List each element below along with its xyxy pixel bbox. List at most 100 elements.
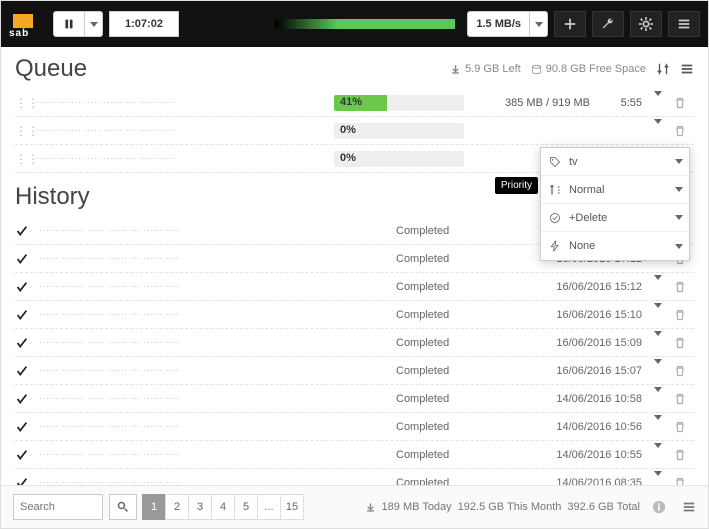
category-select[interactable]: tv <box>569 156 669 168</box>
pp-select[interactable]: +Delete <box>569 212 669 224</box>
history-row: ······ ······· ····· ······ ··· ······ ·… <box>15 357 694 385</box>
delete-button[interactable] <box>674 477 694 486</box>
menu-button[interactable] <box>668 11 700 37</box>
page-button[interactable]: ... <box>257 494 281 520</box>
expand-button[interactable] <box>648 280 668 294</box>
popup-script-row[interactable]: None <box>541 232 689 260</box>
speed-graph <box>275 19 455 29</box>
progress-bar: 41% <box>334 95 464 111</box>
delete-button[interactable] <box>674 97 694 109</box>
priority-icon <box>547 184 563 196</box>
pause-dropdown[interactable] <box>85 11 103 37</box>
queue-item-name: ······ ······· ····· ······ ··· ······ ·… <box>35 153 328 164</box>
queue-item-name: ······ ······· ····· ······ ··· ······ ·… <box>35 97 328 108</box>
delete-button[interactable] <box>674 365 694 377</box>
expand-button[interactable] <box>648 308 668 322</box>
history-row: ······ ······· ····· ······ ··· ······ ·… <box>15 469 694 485</box>
history-row: ······ ······· ····· ······ ··· ······ ·… <box>15 301 694 329</box>
popup-pp-row[interactable]: +Delete <box>541 204 689 232</box>
page-button[interactable]: 5 <box>234 494 258 520</box>
delete-button[interactable] <box>674 393 694 405</box>
content: Queue 5.9 GB Left 90.8 GB Free Space ⋮⋮ … <box>1 47 708 485</box>
grip-icon[interactable]: ⋮⋮ <box>15 124 29 138</box>
delete-button[interactable] <box>674 281 694 293</box>
gear-icon <box>639 17 653 31</box>
expand-button[interactable] <box>648 448 668 462</box>
grip-icon[interactable]: ⋮⋮ <box>15 152 29 166</box>
history-status: Completed <box>396 309 516 321</box>
priority-tooltip: Priority <box>495 177 538 194</box>
history-row: ······ ······· ····· ······ ··· ······ ·… <box>15 413 694 441</box>
progress-label: 41% <box>340 96 362 108</box>
search-input[interactable] <box>13 494 103 520</box>
speed-dropdown[interactable] <box>530 11 548 37</box>
grip-icon[interactable]: ⋮⋮ <box>15 96 29 110</box>
queue-menu-button[interactable] <box>680 62 694 76</box>
check-circle-icon <box>547 212 563 224</box>
progress-bar: 0% <box>334 151 464 167</box>
page-button[interactable]: 3 <box>188 494 212 520</box>
download-icon <box>450 64 461 75</box>
search-button[interactable] <box>109 494 137 520</box>
add-button[interactable] <box>554 11 586 37</box>
stats-total: 392.6 GB Total <box>567 501 640 513</box>
expand-button[interactable] <box>648 420 668 434</box>
trash-icon <box>674 125 686 137</box>
trash-icon <box>674 97 686 109</box>
expand-button[interactable] <box>648 96 668 110</box>
page-button[interactable]: 15 <box>280 494 304 520</box>
footer-menu-button[interactable] <box>682 500 696 514</box>
history-row: ······ ······· ····· ······ ··· ······ ·… <box>15 329 694 357</box>
check-icon <box>15 364 33 378</box>
wrench-icon <box>601 17 615 31</box>
config-button[interactable] <box>630 11 662 37</box>
expand-button[interactable] <box>648 336 668 350</box>
popup-priority-row[interactable]: Normal <box>541 176 689 204</box>
history-date: 16/06/2016 15:07 <box>522 365 642 377</box>
queue-space-left: 5.9 GB Left <box>450 63 521 75</box>
history-status: Completed <box>396 449 516 461</box>
queue-eta: 5:55 <box>596 97 642 109</box>
history-status: Completed <box>396 393 516 405</box>
expand-button[interactable] <box>648 124 668 138</box>
expand-button[interactable] <box>648 392 668 406</box>
caret-down-icon <box>535 22 543 27</box>
history-row: ······ ······· ····· ······ ··· ······ ·… <box>15 273 694 301</box>
history-date: 16/06/2016 15:12 <box>522 281 642 293</box>
expand-button[interactable] <box>648 476 668 486</box>
sort-icon <box>656 62 670 76</box>
pause-button[interactable] <box>53 11 85 37</box>
delete-button[interactable] <box>674 421 694 433</box>
delete-button[interactable] <box>674 309 694 321</box>
info-button[interactable] <box>652 500 666 514</box>
history-item-name: ······ ······· ····· ······ ··· ······ ·… <box>39 225 390 236</box>
history-item-name: ······ ······· ····· ······ ··· ······ ·… <box>39 477 390 485</box>
logo-icon <box>13 14 33 28</box>
trash-icon <box>674 421 686 433</box>
popup-category-row[interactable]: tv <box>541 148 689 176</box>
sort-button[interactable] <box>656 62 670 76</box>
caret-down-icon <box>675 187 683 192</box>
logo-text: sab <box>9 28 47 39</box>
queue-item-name: ······ ······· ····· ······ ··· ······ ·… <box>35 125 328 136</box>
settings-button[interactable] <box>592 11 624 37</box>
history-item-name: ······ ······· ····· ······ ··· ······ ·… <box>39 337 390 348</box>
page-button[interactable]: 4 <box>211 494 235 520</box>
page-button[interactable]: 2 <box>165 494 189 520</box>
history-item-name: ······ ······· ····· ······ ··· ······ ·… <box>39 393 390 404</box>
expand-button[interactable] <box>648 364 668 378</box>
bolt-icon <box>547 240 563 252</box>
priority-select[interactable]: Normal <box>569 184 669 196</box>
delete-button[interactable] <box>674 337 694 349</box>
delete-button[interactable] <box>674 449 694 461</box>
check-icon <box>15 392 33 406</box>
history-item-name: ······ ······· ····· ······ ··· ······ ·… <box>39 449 390 460</box>
trash-icon <box>674 309 686 321</box>
script-select[interactable]: None <box>569 240 669 252</box>
progress-label: 0% <box>340 124 356 136</box>
trash-icon <box>674 477 686 486</box>
history-status: Completed <box>396 421 516 433</box>
delete-button[interactable] <box>674 125 694 137</box>
history-status: Completed <box>396 225 516 237</box>
page-button[interactable]: 1 <box>142 494 166 520</box>
